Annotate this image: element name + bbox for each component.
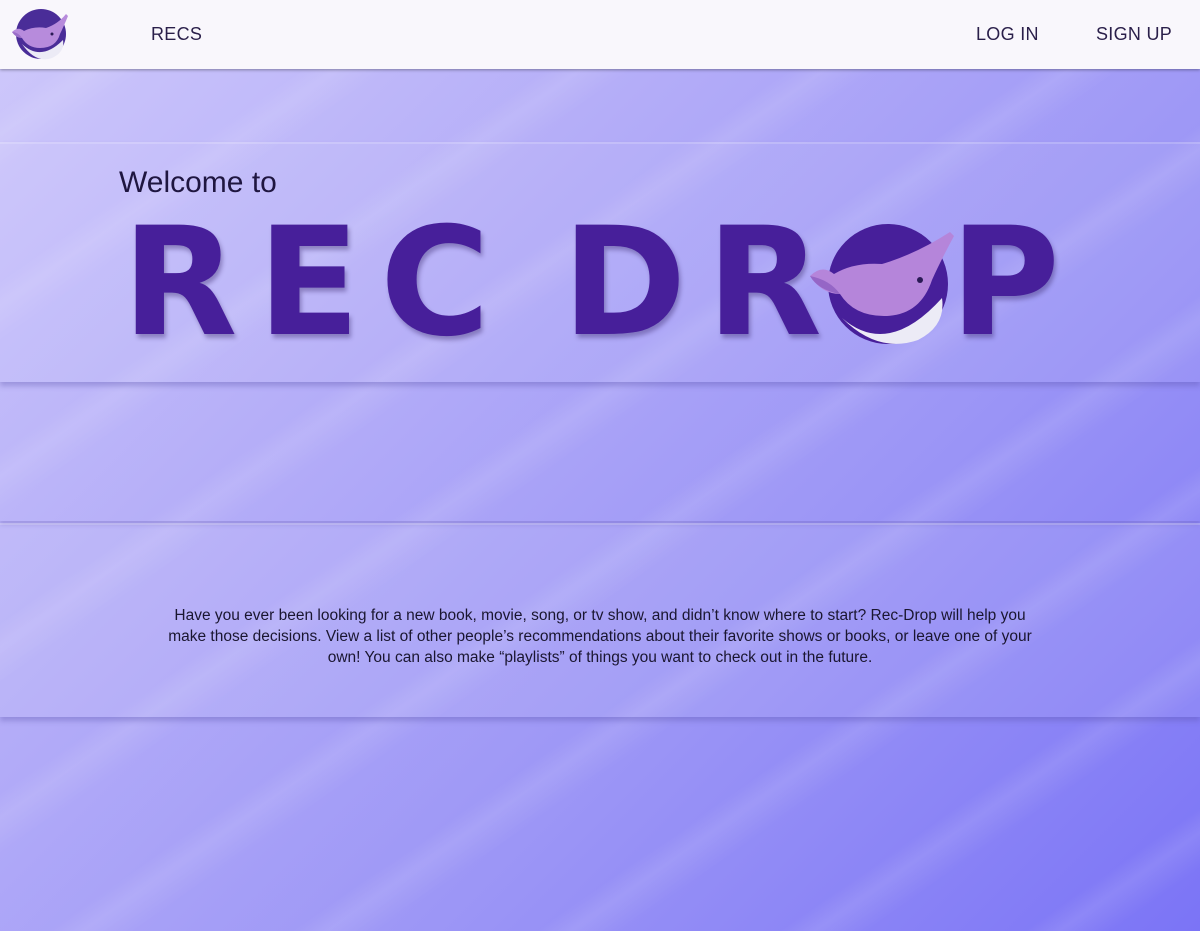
welcome-heading: Welcome to <box>119 166 277 199</box>
middle-band <box>0 383 1200 521</box>
brand-title-rec: REC <box>122 196 511 370</box>
nav-login-link[interactable]: LOG IN <box>976 24 1039 45</box>
nav-signup-link[interactable]: SIGN UP <box>1096 24 1172 45</box>
navbar: RECS LOG IN SIGN UP <box>0 0 1200 69</box>
narwhal-logo-icon[interactable] <box>8 4 70 62</box>
brand-title-p: P <box>950 196 1060 370</box>
brand-title-dr: DR <box>562 196 843 370</box>
nav-recs-link[interactable]: RECS <box>151 24 202 45</box>
site-description: Have you ever been looking for a new boo… <box>168 606 1032 666</box>
top-band <box>0 69 1200 139</box>
narwhal-o-icon <box>810 224 954 344</box>
